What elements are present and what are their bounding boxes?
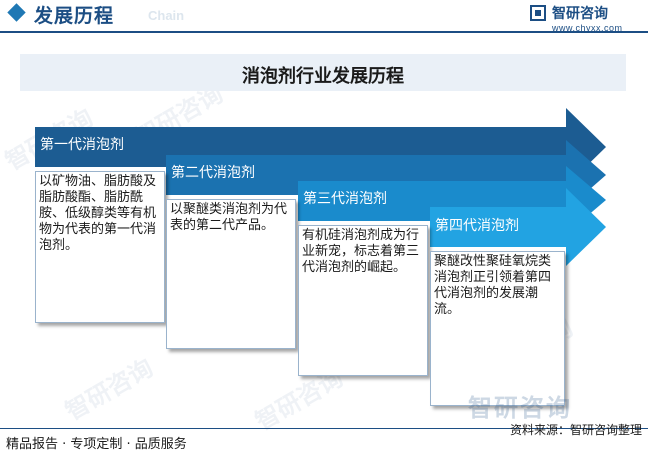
gen-4-label: 第四代消泡剂 [435, 218, 519, 234]
gen-2-description: 以聚醚类消泡剂为代表的第二代产品。 [166, 199, 296, 349]
gen-1-description: 以矿物油、脂肪酸及脂肪酸酯、脂肪酰胺、低级醇类等有机物为代表的第一代消泡剂。 [35, 171, 165, 323]
gen-1-label: 第一代消泡剂 [40, 137, 124, 153]
footer-source: 资料来源：智研咨询整理 [509, 423, 642, 437]
gen-3-label: 第三代消泡剂 [303, 191, 387, 207]
footer-slogan: 精品报告 · 专项定制 · 品质服务 [6, 437, 187, 452]
watermark-logo: 智研咨询 [468, 394, 572, 422]
gen-4-description: 聚醚改性聚硅氧烷类消泡剂正引领着第四代消泡剂的发展潮流。 [430, 251, 565, 406]
gen-3-description: 有机硅消泡剂成为行业新宠，标志着第三代消泡剂的崛起。 [298, 225, 428, 376]
gen-2-label: 第二代消泡剂 [171, 165, 255, 181]
